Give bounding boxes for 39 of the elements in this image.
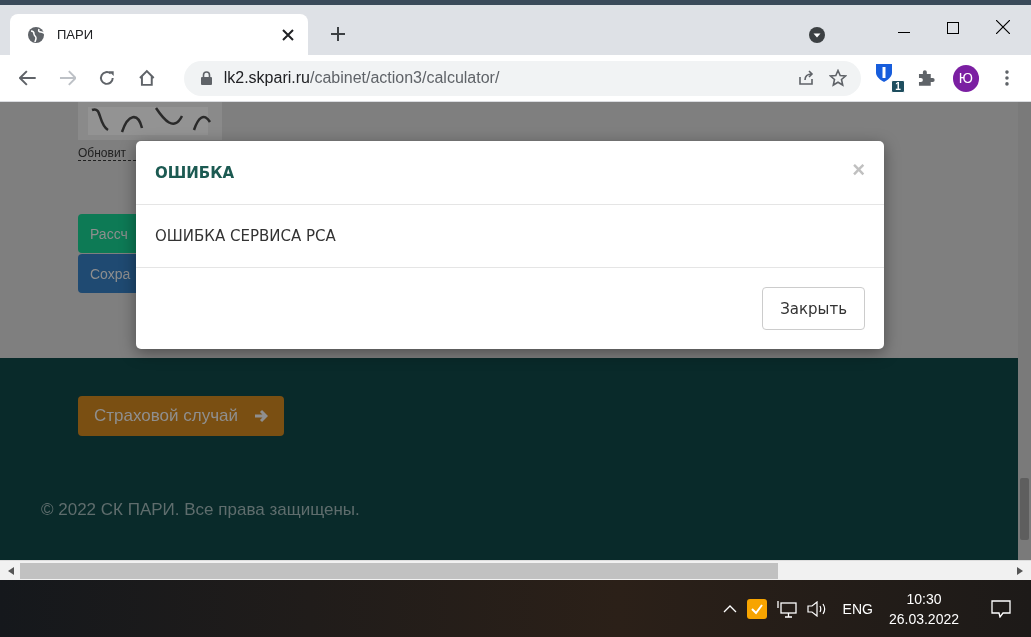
maximize-icon[interactable] [947,22,959,34]
address-bar[interactable]: lk2.skpari.ru/cabinet/action3/calculator/ [183,60,862,96]
puzzle-icon[interactable] [916,69,935,87]
clock-date[interactable]: 26.03.2022 [888,610,959,627]
menu-icon[interactable] [1005,70,1009,86]
scroll-left-icon[interactable] [8,566,14,575]
share-icon[interactable] [797,70,816,86]
speaker-icon[interactable] [806,600,827,617]
url-text: lk2.skpari.ru/cabinet/action3/calculator/ [223,69,500,87]
shield-icon[interactable] [875,63,894,83]
extension-badge: 1 [891,80,905,93]
horizontal-scrollbar[interactable] [0,560,1031,580]
arrow-icon [254,409,268,423]
star-icon[interactable] [829,69,848,87]
checkmark-app-icon[interactable] [746,598,767,619]
minimize-icon[interactable] [898,32,910,34]
close-dialog-button[interactable]: Закрыть [762,287,865,330]
close-icon[interactable] [996,20,1010,34]
copyright-text: © 2022 СК ПАРИ. Все права защищены. [41,500,360,520]
scroll-right-icon[interactable] [1017,566,1023,575]
lock-icon [200,71,212,85]
chevron-up-icon[interactable] [722,604,737,613]
dialog-title: ОШИБКА [155,163,236,182]
profile-avatar[interactable]: Ю [952,64,980,92]
reload-icon[interactable] [98,69,116,87]
clock-time[interactable]: 10:30 [906,590,942,607]
network-icon[interactable] [776,599,797,618]
notification-icon[interactable] [991,599,1011,618]
error-message: ОШИБКА СЕРВИСА РСА [155,227,336,245]
language-indicator[interactable]: ENG [842,600,873,617]
tab-title: ПАРИ [57,27,95,42]
new-tab-icon[interactable] [330,26,346,42]
vertical-scrollbar[interactable] [1018,102,1031,358]
dropdown-icon[interactable] [808,26,826,44]
close-icon[interactable] [282,28,294,41]
globe-icon [27,25,45,44]
back-icon[interactable] [19,70,37,86]
home-icon[interactable] [138,69,156,87]
browser-tab[interactable]: ПАРИ [10,14,308,55]
